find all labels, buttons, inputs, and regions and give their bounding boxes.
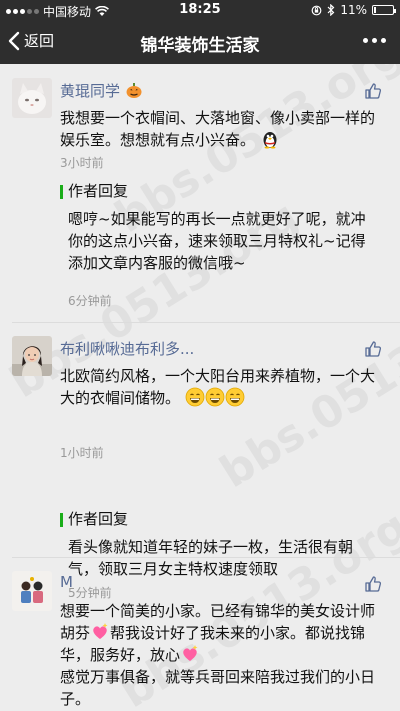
more-dot-icon xyxy=(363,38,368,43)
divider xyxy=(12,557,400,558)
comment-time: 3小时前 xyxy=(60,156,104,170)
battery-icon xyxy=(372,5,396,15)
penguin-emoji-icon xyxy=(263,132,277,149)
reply-label: 作者回复 xyxy=(68,510,129,528)
comment-text: 想要一个简美的小家。已经有锦华的美女设计师胡芬 帮我设计好了我未来的小家。都说找锦… xyxy=(60,600,380,710)
sparkling-heart-icon xyxy=(93,623,108,639)
bluetooth-icon xyxy=(327,4,335,16)
avatar[interactable] xyxy=(12,336,52,376)
grin-emoji-icon xyxy=(205,387,225,407)
comment-nickname[interactable]: 布利啾啾迪布利多... xyxy=(60,338,194,359)
reply-text: 嗯哼~如果能写的再长一点就更好了呢，就冲你的这点小兴奋，速来领取三月特权礼~记得… xyxy=(68,210,366,272)
comment-nickname[interactable]: 黄琨同学 xyxy=(60,80,143,101)
reply-time: 6分钟前 xyxy=(68,294,112,308)
comment-text-content: 我想要一个衣帽间、大落地窗、像小卖部一样的娱乐室。想想就有点小兴奋。 xyxy=(60,109,376,149)
like-icon[interactable] xyxy=(364,575,382,593)
grin-emoji-icon xyxy=(185,387,205,407)
like-icon[interactable] xyxy=(364,82,382,100)
more-dot-icon xyxy=(372,38,377,43)
divider xyxy=(12,322,400,323)
nav-bar: 返回 锦华装饰生活家 xyxy=(0,20,400,64)
battery-percent: 11% xyxy=(340,3,367,17)
sparkling-heart-icon xyxy=(183,645,198,661)
reply-label: 作者回复 xyxy=(68,182,129,200)
like-icon[interactable] xyxy=(364,340,382,358)
comment-text: 我想要一个衣帽间、大落地窗、像小卖部一样的娱乐室。想想就有点小兴奋。 xyxy=(60,107,380,151)
comment-text: 北欧简约风格，一个大阳台用来养植物，一个大大的衣帽间储物。 xyxy=(60,365,380,409)
comment-text-content: 感觉万事俱备，就等兵哥回来陪我过我们的小日子。 xyxy=(60,668,376,708)
nickname-text: 黄琨同学 xyxy=(60,82,121,100)
more-button[interactable] xyxy=(361,32,388,49)
avatar[interactable] xyxy=(12,571,52,611)
reply-time: 5分钟前 xyxy=(68,586,112,600)
orientation-lock-icon xyxy=(311,5,322,15)
pumpkin-emoji-icon xyxy=(126,83,142,98)
reply-marker xyxy=(60,513,63,527)
reply-marker xyxy=(60,185,63,199)
status-right: 11% xyxy=(311,3,396,17)
comment-list: bbs.0513.org bbs.0513.org bbs.0513.org b… xyxy=(0,64,400,711)
more-dot-icon xyxy=(381,38,386,43)
comment-nickname[interactable]: M xyxy=(60,573,73,591)
page-title: 锦华装饰生活家 xyxy=(140,36,260,56)
avatar[interactable] xyxy=(12,78,52,118)
reply-text: 看头像就知道年轻的妹子一枚，生活很有朝气，领取三月女主特权速度领取 xyxy=(68,538,354,578)
grin-emoji-icon xyxy=(225,387,245,407)
comment-time: 1小时前 xyxy=(60,446,104,460)
status-bar: 中国移动 18:25 11% xyxy=(0,0,400,20)
